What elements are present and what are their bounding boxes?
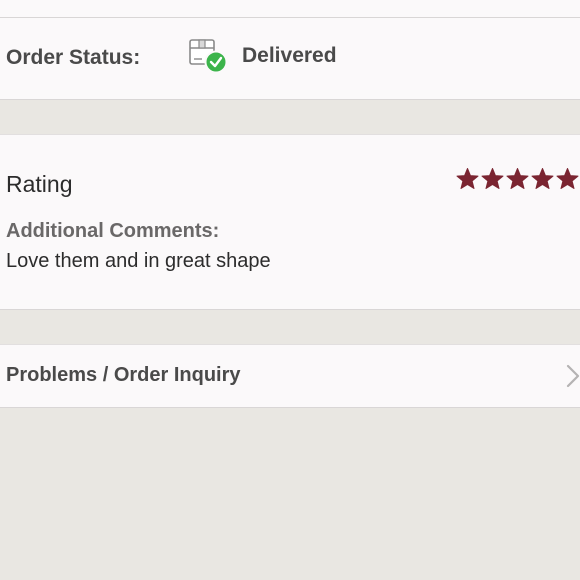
- rating-card: Rating Additional Comments: Love them an…: [0, 134, 580, 310]
- star-icon: [555, 167, 580, 191]
- package-delivered-icon: [188, 38, 228, 74]
- chevron-right-icon: [566, 363, 580, 389]
- star-icon: [455, 167, 480, 191]
- star-rating: [455, 167, 580, 191]
- order-status-value: Delivered: [242, 44, 337, 67]
- order-status-label: Order Status:: [6, 46, 141, 69]
- order-inquiry-label: Problems / Order Inquiry: [6, 364, 241, 386]
- star-icon: [480, 167, 505, 191]
- additional-comments-text: Love them and in great shape: [6, 250, 271, 272]
- star-icon: [505, 167, 530, 191]
- additional-comments-label: Additional Comments:: [6, 220, 220, 242]
- order-status-card: Order Status: Delivered: [0, 18, 580, 100]
- order-detail-page: Order Status: Delivered Rating Additiona…: [0, 0, 580, 580]
- order-inquiry-row[interactable]: Problems / Order Inquiry: [0, 344, 580, 408]
- star-icon: [530, 167, 555, 191]
- previous-section-card: [0, 0, 580, 18]
- rating-title: Rating: [6, 171, 73, 197]
